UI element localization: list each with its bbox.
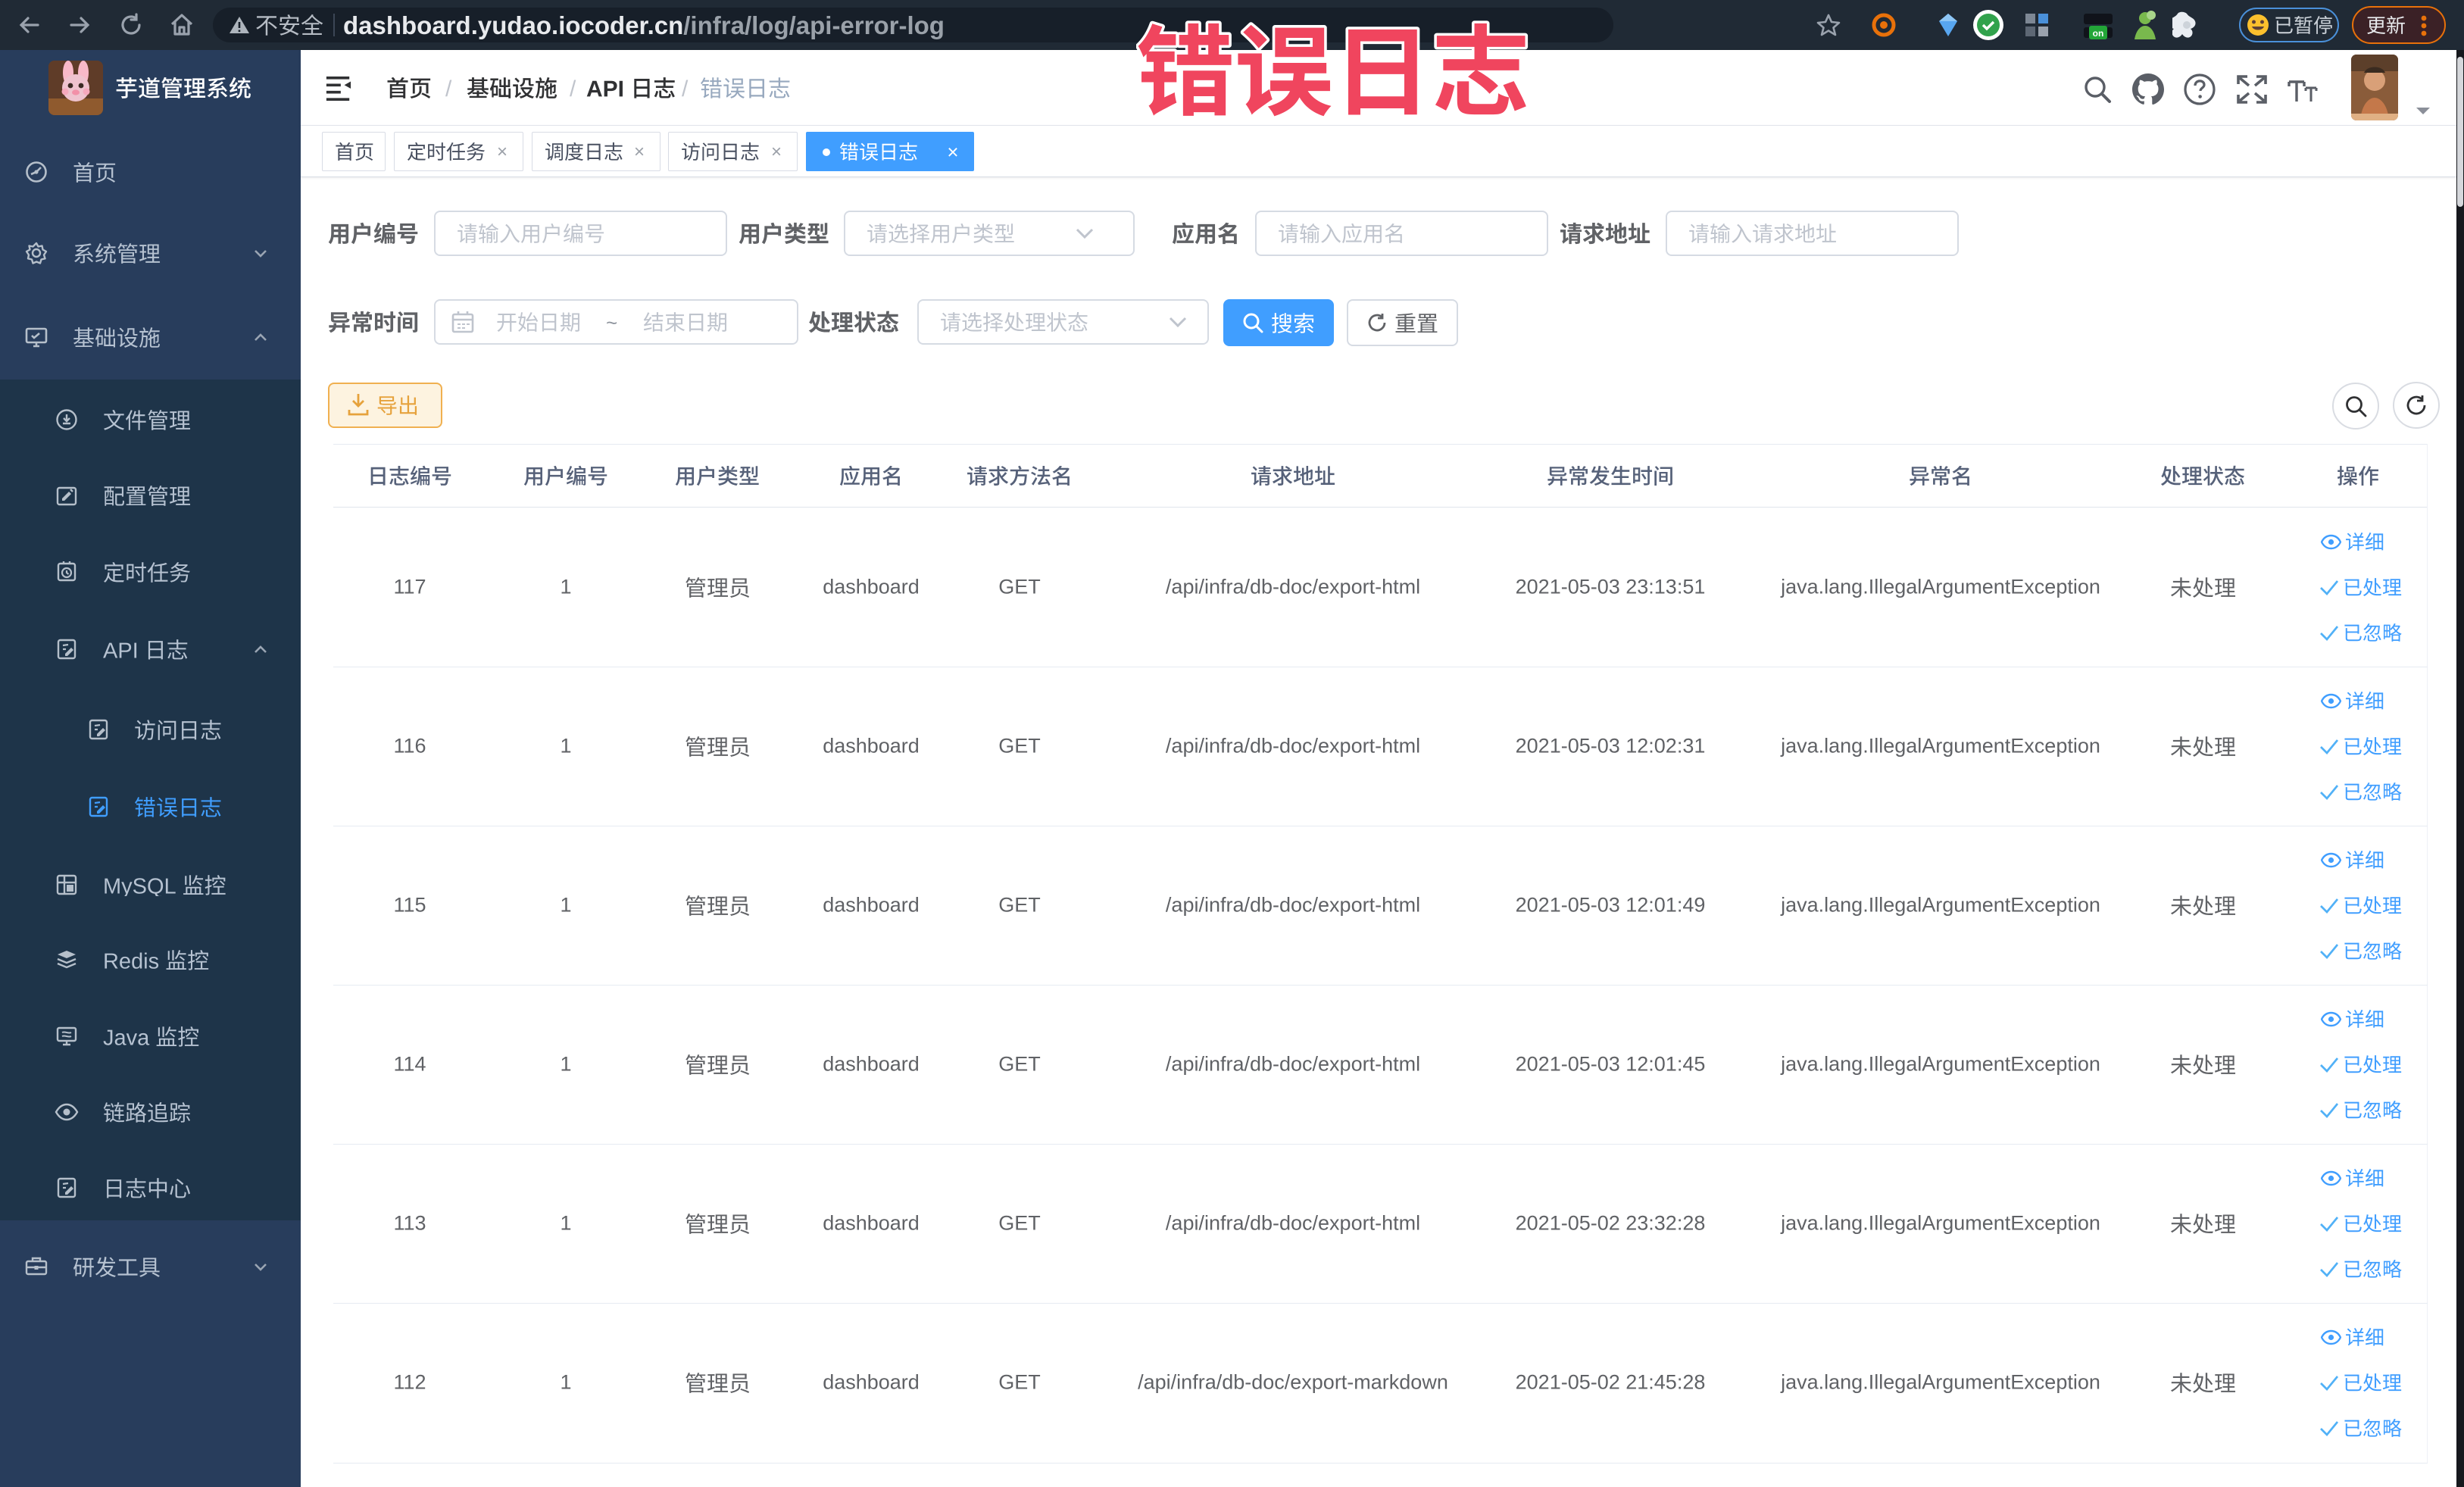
svg-text:on: on — [2093, 28, 2104, 39]
